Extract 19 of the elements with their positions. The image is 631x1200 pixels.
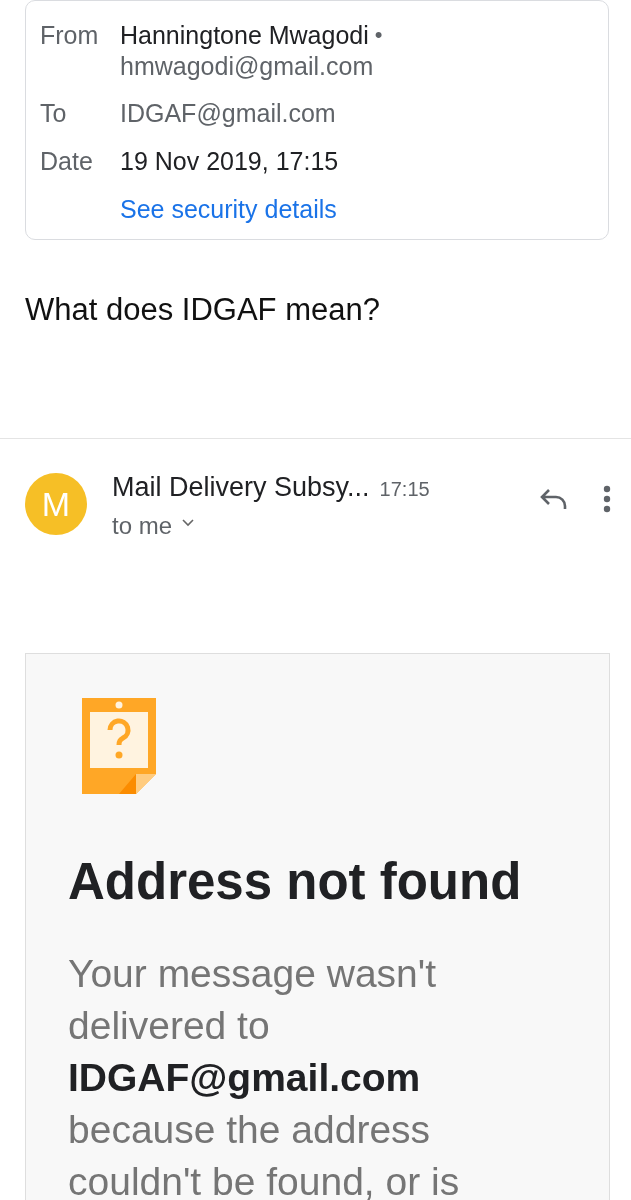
field-value: IDGAF@gmail.com	[120, 98, 336, 129]
chevron-down-icon[interactable]	[182, 519, 195, 527]
bounce-title: Address not found	[68, 852, 523, 912]
sender-name: Mail Delivery Subsy...	[112, 471, 370, 504]
field-label: To	[40, 98, 68, 129]
more-options-icon[interactable]	[603, 485, 611, 513]
separator-dot: •	[374, 22, 383, 48]
field-label: From	[40, 20, 100, 51]
message-time: 17:15	[379, 478, 430, 501]
message-text: What does IDGAF mean?	[25, 291, 381, 329]
field-label: Date	[40, 146, 94, 177]
sender-email: hmwagodi@gmail.com	[120, 51, 375, 81]
bounce-message: Your message wasn't delivered to IDGAF@gmail.com because the address couldn't be found, or is	[68, 951, 461, 1200]
reply-icon[interactable]	[539, 487, 569, 511]
field-value: Hanningtone Mwagodi	[120, 20, 369, 51]
security-details-link[interactable]: See security details	[120, 193, 337, 225]
field-value: 19 Nov 2019, 17:15	[120, 146, 339, 177]
recipient-toggle[interactable]: to me	[112, 509, 195, 543]
question-note-icon	[82, 698, 156, 794]
